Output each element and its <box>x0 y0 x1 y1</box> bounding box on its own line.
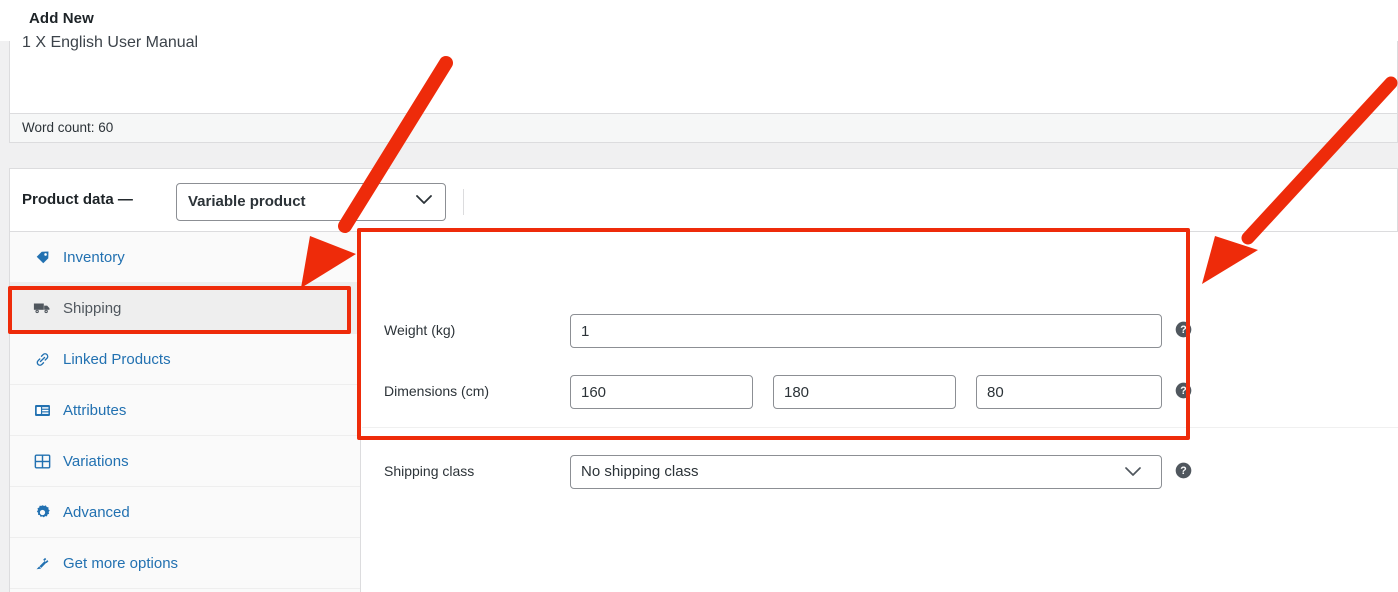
tag-icon <box>32 247 52 267</box>
weight-input[interactable] <box>570 314 1162 348</box>
link-icon <box>32 349 52 369</box>
screen-root: Add New 1 X English User Manual Word cou… <box>0 0 1398 592</box>
editor-fade-overlay <box>10 59 1397 113</box>
sidebar-item-attributes[interactable]: Attributes <box>10 385 360 436</box>
sidebar-item-label: Advanced <box>63 503 130 521</box>
weight-label: Weight (kg) <box>384 322 456 338</box>
sidebar-item-get-more-options[interactable]: Get more options <box>10 538 360 589</box>
sidebar-item-shipping[interactable]: Shipping <box>10 283 360 334</box>
grid-icon <box>32 451 52 471</box>
dimension-length-input[interactable] <box>570 375 753 409</box>
help-circle-icon[interactable]: ? <box>1175 382 1192 399</box>
gear-icon <box>32 502 52 522</box>
product-data-tabs: Inventory Shipping Linked Products Attri… <box>10 232 361 592</box>
svg-text:?: ? <box>1180 385 1186 397</box>
plug-icon <box>32 553 52 573</box>
product-data-heading: Product data — <box>22 191 133 208</box>
dimensions-label: Dimensions (cm) <box>384 383 490 399</box>
list-box-icon <box>32 400 52 420</box>
svg-text:?: ? <box>1180 324 1186 336</box>
shipping-options-panel: Weight (kg) ? Dimensions (cm) ? Shipping… <box>362 232 1398 592</box>
field-group-divider <box>362 427 1398 428</box>
page-title: Add New <box>29 10 94 27</box>
dimension-width-input[interactable] <box>773 375 956 409</box>
sidebar-item-label: Variations <box>63 452 129 470</box>
sidebar-item-label: Get more options <box>63 554 179 572</box>
sidebar-item-inventory[interactable]: Inventory <box>10 232 360 283</box>
editor-clipped-line: 1 X English User Manual <box>22 34 199 51</box>
sidebar-item-label: Attributes <box>63 401 127 419</box>
product-type-select[interactable]: Variable product <box>176 183 446 221</box>
sidebar-item-label: Linked Products <box>63 350 171 368</box>
product-data-header: Product data — Variable product <box>10 169 1397 232</box>
help-circle-icon[interactable]: ? <box>1175 462 1192 479</box>
word-count-label: Word count: 60 <box>22 120 114 135</box>
editor-content-panel[interactable]: 1 X English User Manual <box>9 34 1398 113</box>
panel-gap <box>0 143 1398 168</box>
help-circle-icon[interactable]: ? <box>1175 321 1192 338</box>
admin-top-strip: Add New <box>0 0 1398 41</box>
truck-icon <box>32 298 52 318</box>
svg-text:?: ? <box>1180 465 1186 477</box>
product-data-metabox: Product data — Variable product Inventor… <box>9 168 1398 592</box>
shipping-class-select[interactable]: No shipping class <box>570 455 1162 489</box>
sidebar-item-label: Inventory <box>63 248 125 266</box>
shipping-class-label: Shipping class <box>384 463 475 479</box>
sidebar-item-linked-products[interactable]: Linked Products <box>10 334 360 385</box>
sidebar-item-advanced[interactable]: Advanced <box>10 487 360 538</box>
dimension-height-input[interactable] <box>976 375 1162 409</box>
sidebar-item-variations[interactable]: Variations <box>10 436 360 487</box>
header-divider <box>463 189 464 215</box>
word-count-bar: Word count: 60 <box>9 113 1398 143</box>
sidebar-item-label: Shipping <box>63 299 122 317</box>
